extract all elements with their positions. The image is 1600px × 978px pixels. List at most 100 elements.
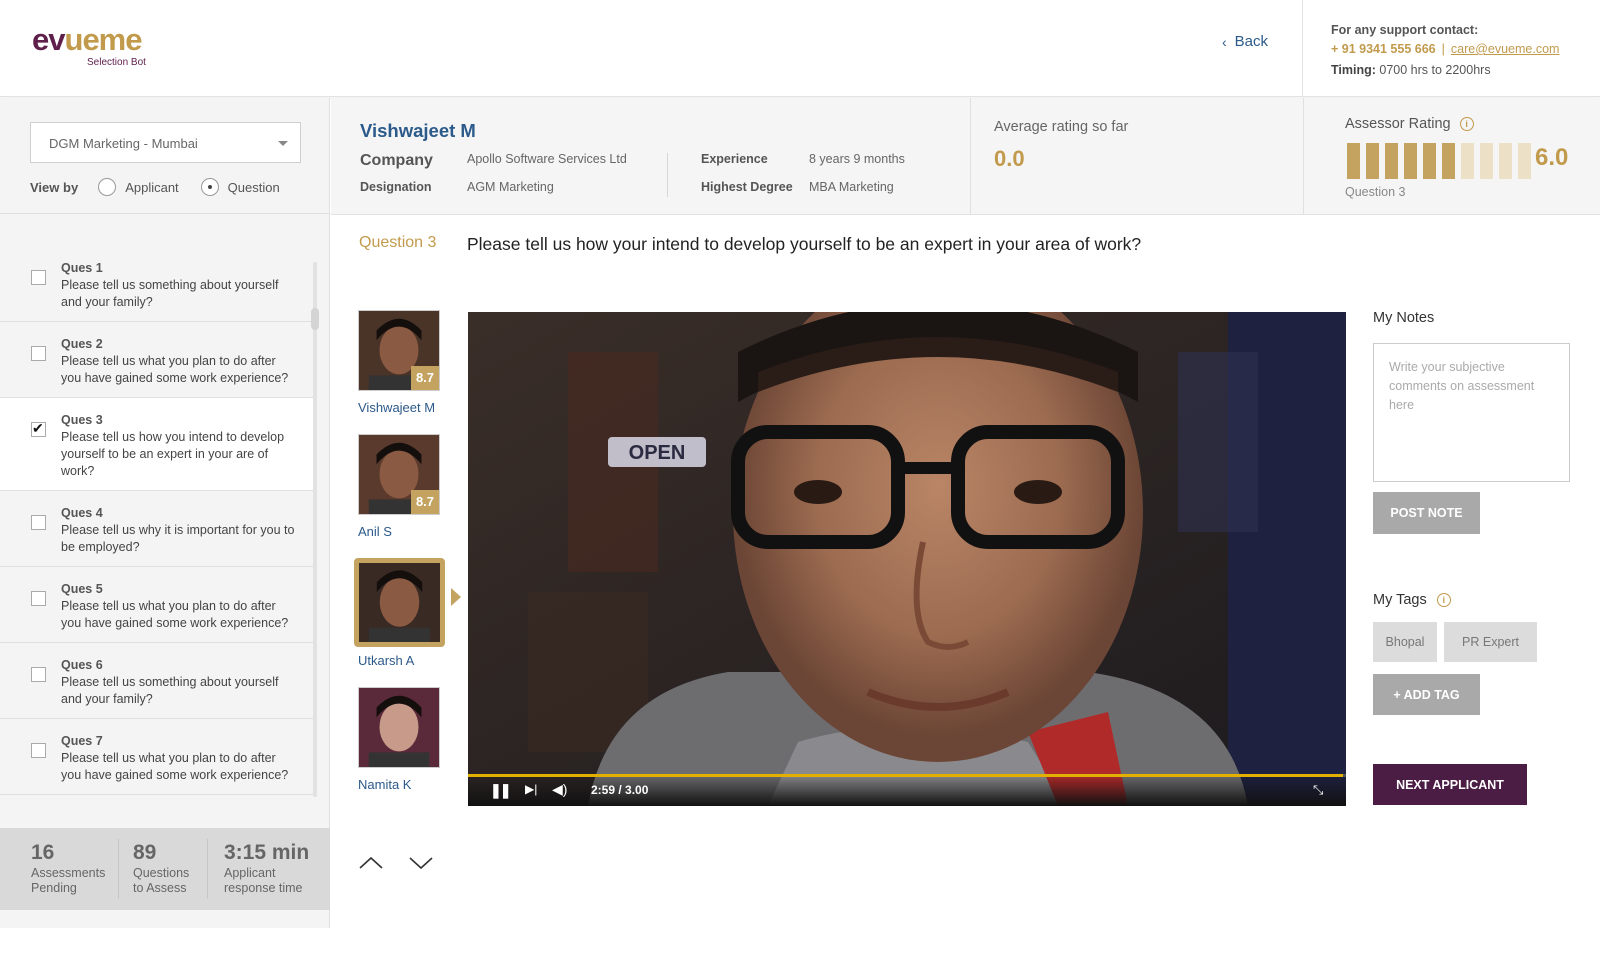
question-text: Please tell us what you plan to do after… bbox=[61, 599, 289, 630]
video-progress-bar[interactable] bbox=[468, 774, 1346, 777]
rating-bar-segment[interactable] bbox=[1385, 143, 1398, 179]
applicant-name[interactable]: Namita K bbox=[358, 777, 450, 792]
question-checkbox[interactable] bbox=[31, 743, 46, 758]
applicant-thumbnail[interactable] bbox=[354, 558, 445, 647]
post-note-button[interactable]: POST NOTE bbox=[1373, 492, 1480, 534]
applicant-photo bbox=[359, 563, 440, 642]
question-list-item[interactable]: Ques 6 Please tell us something about you… bbox=[0, 643, 316, 719]
stat-label: Assessments bbox=[31, 866, 106, 880]
chevron-left-icon: ‹ bbox=[1222, 33, 1227, 50]
designation-label: Designation bbox=[360, 180, 432, 194]
applicant-thumbnail[interactable]: 8.7 bbox=[358, 310, 440, 391]
question-list-item[interactable]: Ques 1 Please tell us something about you… bbox=[0, 246, 316, 322]
video-progress-fill bbox=[468, 774, 1344, 777]
top-header: evueme Selection Bot ‹ Back For any supp… bbox=[0, 0, 1600, 97]
rating-bar-segment[interactable] bbox=[1423, 143, 1436, 179]
question-checkbox[interactable] bbox=[31, 420, 46, 437]
video-player[interactable]: OPEN ❚❚ ▶| ◀) 2:59 / 3.00 ⤡ bbox=[468, 312, 1346, 806]
question-list-item[interactable]: Ques 2 Please tell us what you plan to do… bbox=[0, 322, 316, 398]
assessor-rating-bars[interactable] bbox=[1347, 143, 1531, 179]
applicant-name[interactable]: Anil S bbox=[358, 524, 450, 539]
scrollbar-thumb[interactable] bbox=[311, 308, 319, 330]
evueme-logo[interactable]: evueme Selection Bot bbox=[32, 24, 162, 70]
chevron-down-icon[interactable] bbox=[408, 853, 434, 873]
stat-num: 3:15 min bbox=[224, 841, 310, 864]
company-label: Company bbox=[360, 152, 433, 169]
job-dropdown[interactable]: DGM Marketing - Mumbai bbox=[30, 122, 301, 163]
candidate-name: Vishwajeet M bbox=[360, 120, 476, 141]
volume-icon[interactable]: ◀) bbox=[552, 781, 567, 798]
stat-response-time: 3:15 min Applicant response time bbox=[208, 828, 328, 910]
question-list-item[interactable]: Ques 4 Please tell us why it is important… bbox=[0, 491, 316, 567]
support-separator: | bbox=[1441, 42, 1445, 56]
question-text: Please tell us why it is important for y… bbox=[61, 523, 295, 554]
question-list-item[interactable]: Ques 7 Please tell us what you plan to do… bbox=[0, 719, 316, 795]
question-list-item[interactable]: Ques 5 Please tell us what you plan to do… bbox=[0, 567, 316, 643]
tag-chip[interactable]: PR Expert bbox=[1444, 622, 1537, 662]
question-checkbox[interactable] bbox=[31, 346, 46, 361]
next-applicant-button[interactable]: NEXT APPLICANT bbox=[1373, 764, 1527, 805]
exit-fullscreen-icon[interactable]: ⤡ bbox=[1313, 782, 1323, 798]
question-list-item[interactable]: Ques 3 Please tell us how you intend to d… bbox=[0, 398, 316, 491]
video-sign-text: OPEN bbox=[629, 442, 686, 464]
support-phone[interactable]: + 91 9341 555 666 bbox=[1331, 42, 1436, 56]
rating-bar-segment[interactable] bbox=[1499, 143, 1512, 179]
tag-chip[interactable]: Bhopal bbox=[1373, 622, 1437, 662]
left-panel: DGM Marketing - Mumbai View by Applicant… bbox=[0, 98, 330, 928]
question-checkbox[interactable] bbox=[31, 667, 46, 682]
support-contact: For any support contact: + 91 9341 555 6… bbox=[1331, 21, 1559, 80]
applicant-thumbnail[interactable] bbox=[358, 687, 440, 768]
applicant-name[interactable]: Vishwajeet M bbox=[358, 400, 450, 415]
rating-bar-segment[interactable] bbox=[1480, 143, 1493, 179]
current-question-label: Question 3 bbox=[359, 234, 437, 251]
question-list-scrollbar[interactable] bbox=[313, 262, 317, 797]
chevron-up-icon[interactable] bbox=[358, 853, 384, 873]
stat-label: Pending bbox=[31, 881, 77, 895]
stat-assessments-pending: 16 Assessments Pending bbox=[0, 828, 118, 910]
rating-bar-segment[interactable] bbox=[1404, 143, 1417, 179]
section-divider bbox=[1303, 98, 1304, 215]
question-number: Ques 4 bbox=[61, 506, 103, 520]
current-question-text: Please tell us how your intend to develo… bbox=[467, 234, 1142, 254]
rating-bar-segment[interactable] bbox=[1442, 143, 1455, 179]
radio-applicant[interactable] bbox=[98, 178, 117, 196]
video-frame: OPEN bbox=[468, 312, 1346, 806]
rating-bar-segment[interactable] bbox=[1518, 143, 1531, 179]
experience-label: Experience bbox=[701, 152, 768, 166]
question-list: Ques 1 Please tell us something about you… bbox=[0, 246, 316, 795]
rating-bar-segment[interactable] bbox=[1461, 143, 1474, 179]
support-email-link[interactable]: care@evueme.com bbox=[1451, 42, 1560, 56]
info-icon[interactable]: i bbox=[1459, 117, 1474, 131]
question-number: Ques 3 bbox=[61, 413, 103, 427]
radio-applicant-label: Applicant bbox=[125, 179, 179, 195]
question-checkbox[interactable] bbox=[31, 270, 46, 285]
degree-value: MBA Marketing bbox=[809, 180, 894, 194]
candidate-info-bar: Vishwajeet M Company Apollo Software Ser… bbox=[331, 98, 1600, 215]
rating-bar-segment[interactable] bbox=[1347, 143, 1360, 179]
back-button[interactable]: ‹ Back bbox=[1222, 33, 1268, 50]
applicant-name[interactable]: Utkarsh A bbox=[358, 653, 450, 668]
question-nav bbox=[358, 853, 434, 873]
chevron-down-icon bbox=[278, 141, 288, 146]
company-value: Apollo Software Services Ltd bbox=[467, 152, 627, 166]
experience-value: 8 years 9 months bbox=[809, 152, 905, 166]
view-by-applicant-option[interactable]: Applicant bbox=[98, 178, 179, 196]
notes-textarea[interactable] bbox=[1373, 343, 1570, 482]
question-checkbox[interactable] bbox=[31, 591, 46, 606]
stat-label: Applicant bbox=[224, 866, 276, 880]
stat-label: to Assess bbox=[133, 881, 187, 895]
my-tags-title: My Tags bbox=[1373, 592, 1427, 608]
active-applicant-pointer bbox=[451, 588, 461, 606]
info-icon[interactable]: i bbox=[1436, 593, 1451, 607]
question-checkbox[interactable] bbox=[31, 515, 46, 530]
applicant-thumbnail[interactable]: 8.7 bbox=[358, 434, 440, 515]
skip-next-icon[interactable]: ▶| bbox=[525, 782, 537, 796]
radio-question[interactable] bbox=[200, 178, 219, 196]
question-text: Please tell us something about yourself … bbox=[61, 278, 279, 309]
rating-bar-segment[interactable] bbox=[1366, 143, 1379, 179]
view-by-question-option[interactable]: Question bbox=[200, 178, 280, 196]
add-tag-button[interactable]: + ADD TAG bbox=[1373, 674, 1480, 715]
section-divider bbox=[970, 98, 971, 215]
logo-subtitle: Selection Bot bbox=[87, 57, 146, 68]
pause-icon[interactable]: ❚❚ bbox=[490, 782, 512, 799]
